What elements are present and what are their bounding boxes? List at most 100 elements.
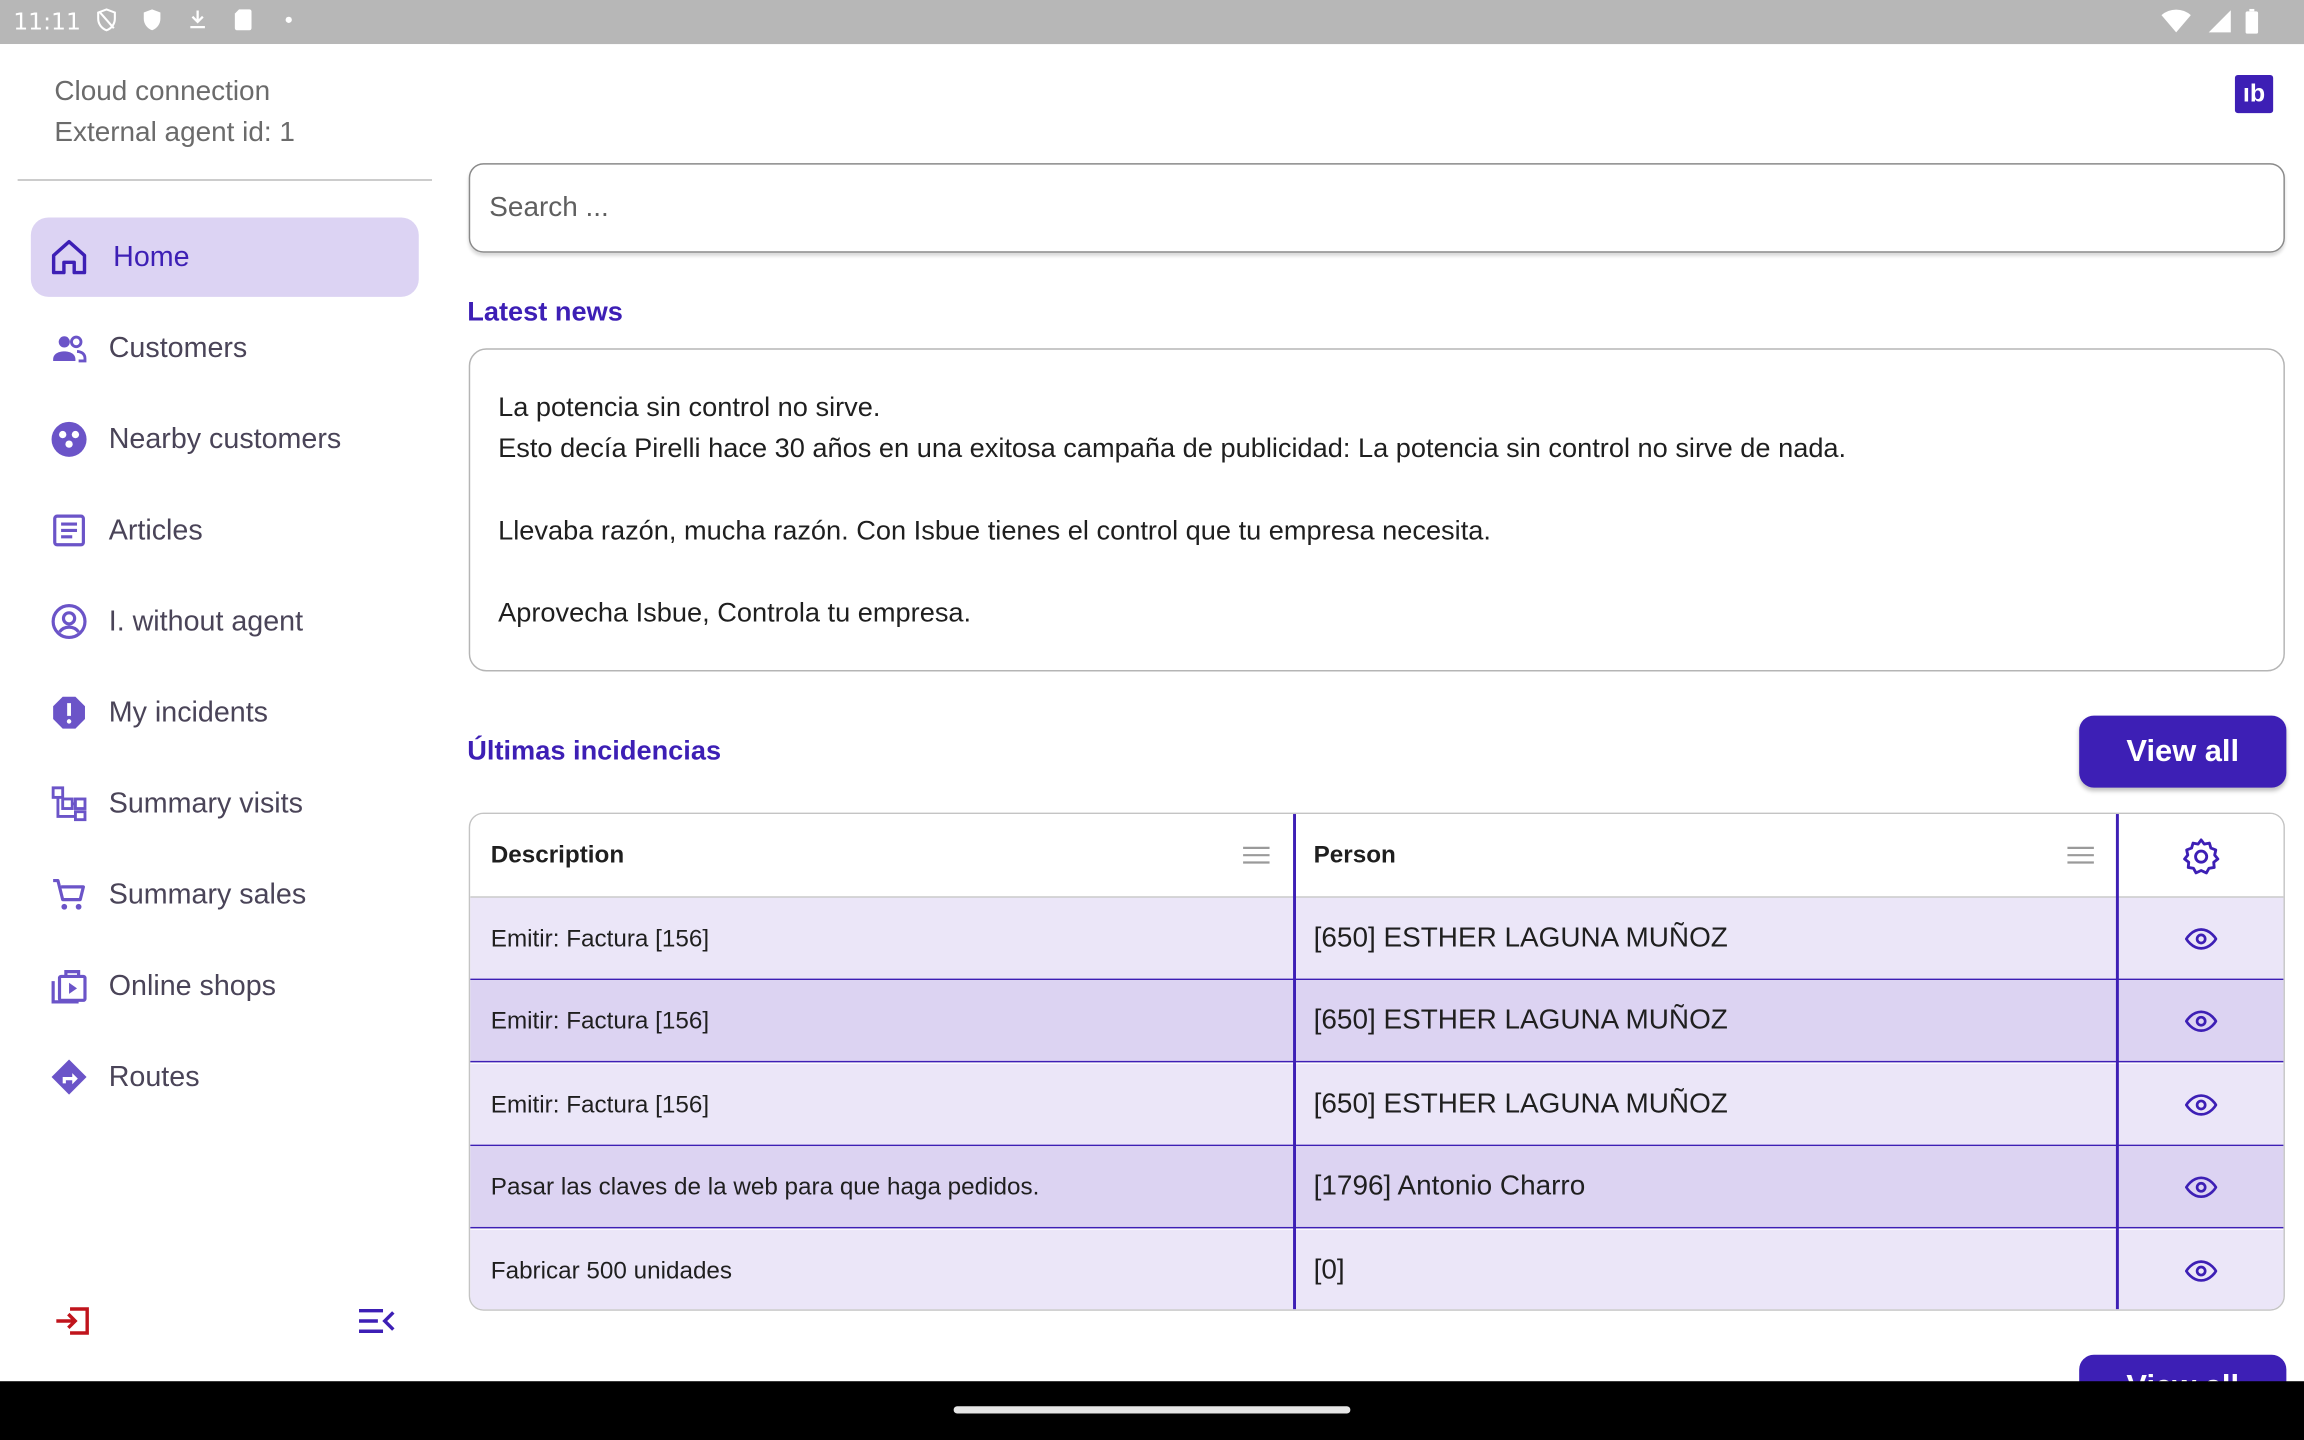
row-view-action[interactable] [2117,1146,2283,1228]
row-view-action[interactable] [2117,1230,2283,1309]
table-row[interactable]: Pasar las claves de la web para que haga… [470,1146,2284,1229]
shop-icon [48,965,89,1006]
status-time: 11:11 [13,7,81,36]
row-description: Pasar las claves de la web para que haga… [490,1173,1040,1200]
view-all-incidents-button[interactable]: View all [2079,715,2287,788]
drag-handle-icon[interactable] [2066,843,2095,867]
row-description: Emitir: Factura [156] [490,1091,710,1118]
row-person: [650] ESTHER LAGUNA MUÑOZ [1313,1005,1728,1036]
table-row[interactable]: Emitir: Factura [156] [650] ESTHER LAGUN… [470,980,2284,1063]
connection-label: Cloud connection [54,76,271,108]
sidebar-item-label: I. without agent [108,604,304,637]
column-divider [1293,814,1296,1310]
sidebar-item-nearby-customers[interactable]: Nearby customers [31,400,419,479]
row-description: Emitir: Factura [156] [490,924,710,952]
directions-icon [48,1056,89,1097]
sidebar-item-label: Nearby customers [108,422,342,455]
table-row[interactable]: Emitir: Factura [156] [650] ESTHER LAGUN… [470,897,2284,981]
gear-icon[interactable] [2182,837,2220,875]
row-view-action[interactable] [2117,980,2283,1062]
home-icon [48,237,89,278]
eye-icon[interactable] [2184,1005,2218,1037]
sidebar-item-label: Home [113,240,190,273]
system-navigation-bar [0,1381,2304,1440]
column-title: Person [1313,841,1396,869]
sd-card-icon [234,9,252,31]
collapse-menu-icon[interactable] [356,1300,397,1341]
sidebar-item-online-shops[interactable]: Online shops [31,946,419,1025]
drag-handle-icon[interactable] [1242,843,1271,867]
row-view-action[interactable] [2117,898,2283,980]
table-header: Description Person [470,814,2284,898]
news-line: Llevaba razón, mucha razón. Con Isbue ti… [498,514,1491,546]
cart-icon [48,874,89,915]
account-circle-icon [48,601,89,642]
status-icons [94,7,301,32]
sidebar-item-label: Articles [108,513,203,546]
wifi-icon [2161,9,2191,33]
sidebar-item-articles[interactable]: Articles [31,491,419,570]
agent-id-label: External agent id: 1 [54,117,295,149]
status-right [2161,8,2259,34]
sidebar-item-label: Summary sales [108,877,307,911]
sidebar-item-label: Customers [108,331,248,364]
search-box[interactable] [468,163,2285,253]
status-bar: 11:11 [0,0,2304,45]
row-view-action[interactable] [2117,1064,2283,1146]
column-header-person[interactable]: Person [1314,814,2116,898]
news-line: Esto decía Pirelli hace 30 años en una e… [498,432,1847,463]
sidebar-item-label: My incidents [108,695,268,729]
latest-news-title: Latest news [467,295,623,327]
home-gesture-handle[interactable] [953,1406,1351,1414]
download-icon [190,10,205,29]
eye-icon[interactable] [2184,1171,2218,1203]
article-icon [48,510,89,551]
sidebar-item-label: Online shops [108,969,276,1002]
row-person: [0] [1313,1254,1345,1286]
battery-icon [2245,8,2259,34]
news-line [498,469,2255,510]
column-header-description[interactable]: Description [491,814,1292,898]
sidebar-item-customers[interactable]: Customers [31,309,419,388]
logout-icon[interactable] [53,1300,94,1341]
news-line [498,551,2255,592]
sidebar-item-my-incidents[interactable]: My incidents [31,673,419,752]
sidebar-item-without-agent[interactable]: I. without agent [31,582,419,661]
incidents-title: Últimas incidencias [467,734,722,766]
sidebar-item-label: Summary visits [108,786,303,820]
sidebar-item-summary-sales[interactable]: Summary sales [31,855,419,934]
hierarchy-icon [48,783,89,824]
dot-icon [285,16,292,23]
alert-octagon-icon [48,692,89,733]
sidebar-item-routes[interactable]: Routes [31,1037,419,1116]
sidebar-divider [17,179,433,181]
row-person: [1796] Antonio Charro [1313,1171,1586,1202]
sidebar-item-label: Routes [108,1060,200,1093]
shield-icon [143,9,161,31]
shield-off-icon [97,8,116,32]
app-root: 11:11 Cloud connection External agent id… [0,0,2304,1440]
sidebar-item-home[interactable]: Home [30,217,419,297]
column-title: Description [490,841,625,869]
people-icon [48,328,89,369]
search-input[interactable] [470,164,2284,252]
news-box: La potencia sin control no sirve. Esto d… [468,348,2285,672]
incidents-table: Description Person Emitir: Factura [156]… [468,812,2285,1311]
news-line: La potencia sin control no sirve. [498,390,881,422]
sidebar-item-summary-visits[interactable]: Summary visits [31,764,419,843]
eye-icon[interactable] [2184,923,2218,955]
row-person: [650] ESTHER LAGUNA MUÑOZ [1313,922,1728,954]
row-person: [650] ESTHER LAGUNA MUÑOZ [1313,1088,1728,1120]
column-divider [2115,814,2119,1310]
column-header-settings[interactable] [2117,814,2283,898]
row-description: Emitir: Factura [156] [490,1007,710,1034]
eye-icon[interactable] [2184,1255,2218,1287]
news-line: Aprovecha Isbue, Controla tu empresa. [498,596,972,628]
signal-icon [2208,10,2231,33]
row-description: Fabricar 500 unidades [490,1257,733,1284]
table-row[interactable]: Emitir: Factura [156] [650] ESTHER LAGUN… [470,1063,2284,1147]
app-logo: ıb [2234,74,2274,114]
sidebar: Cloud connection External agent id: 1 Ho… [0,44,450,1382]
table-row[interactable]: Fabricar 500 unidades [0] [470,1229,2284,1310]
eye-icon[interactable] [2184,1089,2218,1121]
